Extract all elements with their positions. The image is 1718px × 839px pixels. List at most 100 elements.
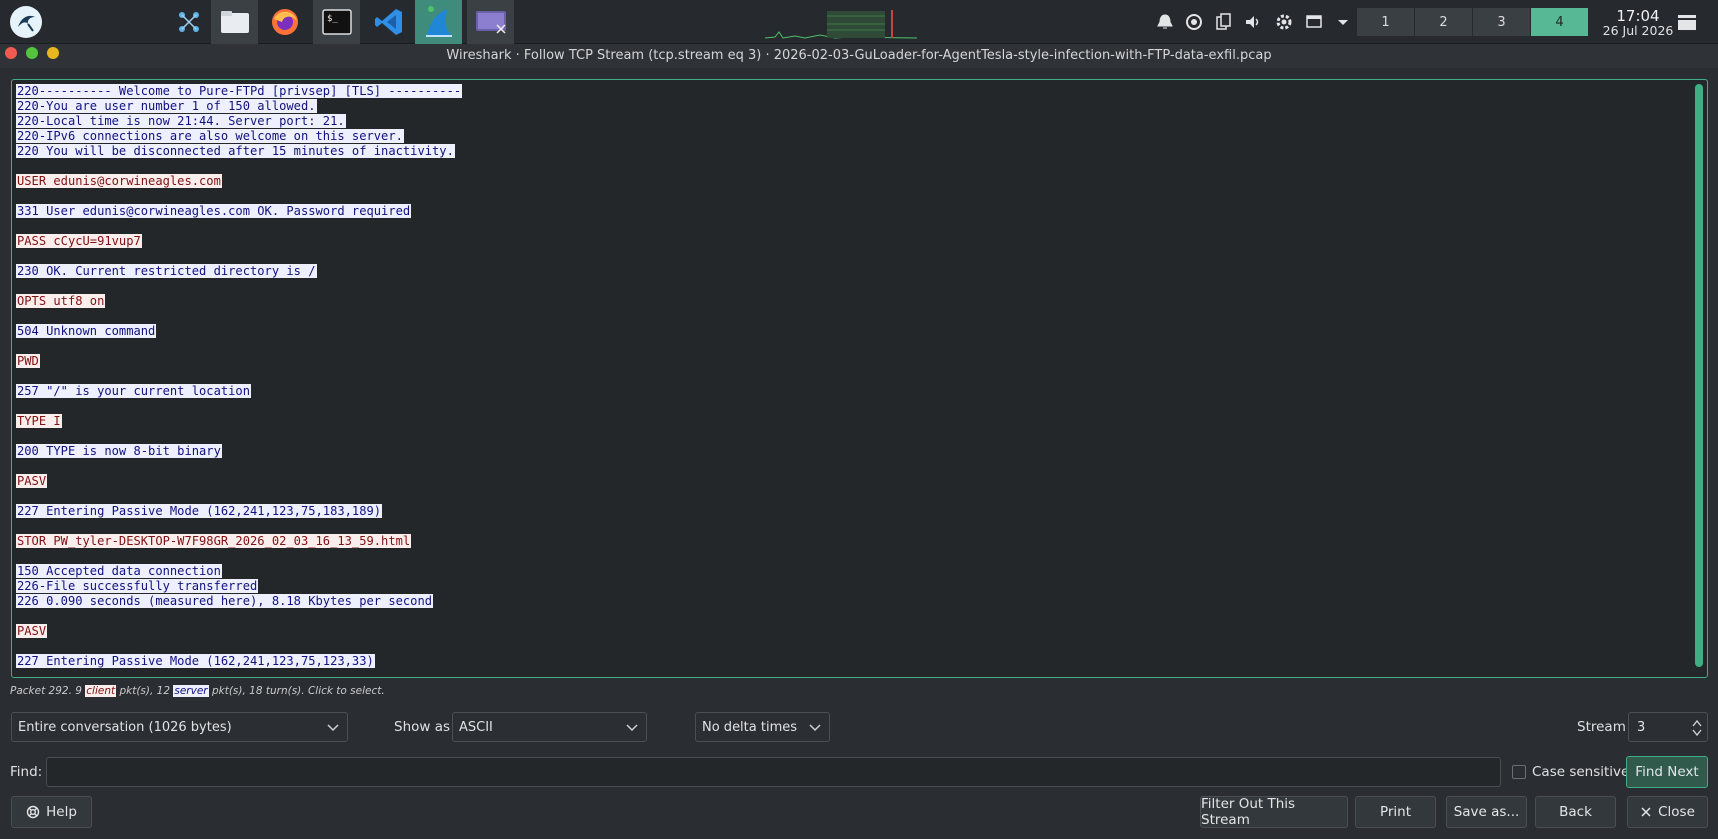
stream-line-client[interactable]: PWD [16,354,462,369]
stream-label: Stream [1577,719,1626,735]
case-sensitive-checkbox[interactable] [1512,765,1526,779]
clipboard-icon[interactable] [1213,12,1233,32]
stream-blank-line[interactable] [16,459,462,474]
show-as-select[interactable]: ASCII [452,712,647,742]
stream-line-client[interactable]: USER edunis@corwineagles.com [16,174,462,189]
folder-icon [220,11,249,33]
stream-line-server[interactable]: 220-You are user number 1 of 150 allowed… [16,99,462,114]
stream-line-client[interactable]: STOR PW_tyler-DESKTOP-W7F98GR_2026_02_03… [16,534,462,549]
stream-status-line: Packet 292. 9 client pkt(s), 12 server p… [10,685,385,697]
stream-line-client[interactable]: TYPE I [16,414,462,429]
stream-line-server[interactable]: 200 TYPE is now 8-bit binary [16,444,462,459]
app-launcher-button[interactable] [4,0,48,44]
status-server-tag: server [173,685,209,697]
stream-blank-line[interactable] [16,639,462,654]
stream-blank-line[interactable] [16,249,462,264]
stream-line-server[interactable]: 150 Accepted data connection [16,564,462,579]
conversation-select[interactable]: Entire conversation (1026 bytes) [11,712,348,742]
help-button[interactable]: Help [11,796,92,828]
delta-times-select[interactable]: No delta times [695,712,830,742]
stream-blank-line[interactable] [16,219,462,234]
stream-line-server[interactable]: 227 Entering Passive Mode (162,241,123,7… [16,654,462,669]
stream-line-client[interactable]: PASS cCycU=91vup7 [16,234,462,249]
stream-blank-line[interactable] [16,309,462,324]
monitor-icon [475,11,506,34]
stream-content-pane[interactable]: 220---------- Welcome to Pure-FTPd [priv… [11,79,1708,678]
show-as-label: Show as [394,719,451,735]
workspace-4[interactable]: 4 [1531,8,1588,36]
clock-date[interactable]: 26 Jul 2026 [1593,23,1683,38]
stream-lines[interactable]: 220---------- Welcome to Pure-FTPd [priv… [16,84,463,669]
show-desktop-icon[interactable] [1676,12,1698,32]
taskbar-firefox[interactable] [262,0,308,44]
stream-blank-line[interactable] [16,399,462,414]
volume-icon[interactable] [1243,12,1263,32]
stream-line-text: PWD [16,354,40,368]
vertical-scrollbar[interactable] [1695,84,1703,667]
stream-line-client[interactable]: OPTS utf8 on [16,294,462,309]
svg-text:$_: $_ [327,14,338,24]
stream-line-server[interactable]: 504 Unknown command [16,324,462,339]
stream-line-server[interactable]: 220-Local time is now 21:44. Server port… [16,114,462,129]
stream-blank-line[interactable] [16,519,462,534]
chevron-down-icon [809,724,821,732]
stream-line-text: 257 "/" is your current location [16,384,251,398]
print-button[interactable]: Print [1355,796,1436,828]
stream-line-client[interactable]: PASV [16,474,462,489]
taskbar-file-manager[interactable] [211,0,258,44]
workspace-1[interactable]: 1 [1357,8,1414,36]
stream-line-text: PASV [16,624,48,638]
workspace-2[interactable]: 2 [1415,8,1472,36]
taskbar-network-tool[interactable] [167,0,211,44]
stream-line-server[interactable]: 230 OK. Current restricted directory is … [16,264,462,279]
stream-blank-line[interactable] [16,609,462,624]
settings-gear-icon[interactable] [1274,12,1294,32]
stream-blank-line[interactable] [16,369,462,384]
save-as-button[interactable]: Save as... [1446,796,1527,828]
stream-line-server[interactable]: 220---------- Welcome to Pure-FTPd [priv… [16,84,463,99]
taskbar-vscode[interactable] [366,0,412,44]
taskbar-terminal[interactable]: $_ [313,0,360,44]
stream-line-text: 230 OK. Current restricted directory is … [16,264,317,278]
taskbar-screen-capture[interactable] [467,0,514,44]
show-as-select-value: ASCII [459,719,493,735]
close-button[interactable]: Close [1627,796,1708,828]
stream-line-server[interactable]: 257 "/" is your current location [16,384,462,399]
case-sensitive-label[interactable]: Case sensitive [1532,764,1629,780]
taskbar-wireshark[interactable] [415,0,462,44]
stream-blank-line[interactable] [16,339,462,354]
filter-out-stream-button[interactable]: Filter Out This Stream [1200,796,1348,828]
stream-line-text: 226-File successfully transferred [16,579,259,593]
stream-blank-line[interactable] [16,549,462,564]
system-monitor-graph [765,8,917,40]
network-graph-icon [179,12,199,32]
stream-line-client[interactable]: PASV [16,624,462,639]
close-label: Close [1658,804,1695,820]
stream-blank-line[interactable] [16,429,462,444]
stream-line-text: 220-IPv6 connections are also welcome on… [16,129,404,143]
spin-arrows-icon[interactable] [1692,718,1702,738]
tray-expand-chevron-icon[interactable] [1333,12,1353,32]
filter-out-label: Filter Out This Stream [1201,796,1296,828]
stream-blank-line[interactable] [16,489,462,504]
update-icon[interactable] [1184,12,1204,32]
stream-line-server[interactable]: 220-IPv6 connections are also welcome on… [16,129,462,144]
find-next-button[interactable]: Find Next [1626,756,1708,788]
stream-line-server[interactable]: 227 Entering Passive Mode (162,241,123,7… [16,504,462,519]
stream-blank-line[interactable] [16,189,462,204]
find-label: Find: [10,764,43,780]
stream-line-server[interactable]: 226-File successfully transferred [16,579,462,594]
stream-line-server[interactable]: 226 0.090 seconds (measured here), 8.18 … [16,594,462,609]
workspace-3[interactable]: 3 [1473,8,1530,36]
notifications-icon[interactable] [1155,12,1175,32]
find-input[interactable] [46,757,1501,787]
stream-blank-line[interactable] [16,159,462,174]
status-middle: pkt(s), 12 [116,685,174,697]
firefox-icon [272,9,298,35]
stream-number-spinbox[interactable]: 3 [1628,712,1708,742]
stream-line-server[interactable]: 331 User edunis@corwineagles.com OK. Pas… [16,204,462,219]
stream-line-server[interactable]: 220 You will be disconnected after 15 mi… [16,144,462,159]
stream-blank-line[interactable] [16,279,462,294]
back-button[interactable]: Back [1535,796,1616,828]
display-icon[interactable] [1304,12,1324,32]
